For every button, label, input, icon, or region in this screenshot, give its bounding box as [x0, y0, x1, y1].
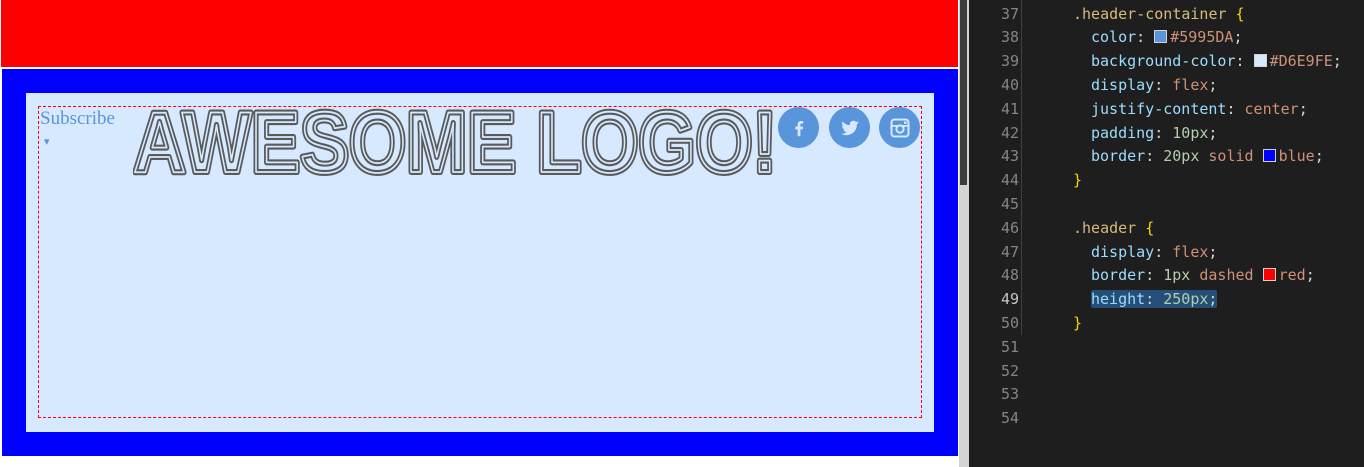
line-number: 52: [1000, 361, 1019, 380]
code-text: display: flex;: [1091, 75, 1218, 94]
instagram-button[interactable]: [879, 107, 920, 148]
code-text: background-color: #D6E9FE;: [1091, 52, 1342, 71]
preview-scrollbar-thumb[interactable]: [960, 0, 967, 185]
color-swatch[interactable]: [1253, 54, 1267, 68]
line-number: 48: [1000, 266, 1019, 285]
code-text: padding: 10px;: [1091, 123, 1218, 142]
line-number: 39: [1000, 52, 1019, 71]
css-property: display: [1091, 75, 1155, 94]
code-editor[interactable]: 37 .header-container {38 color: #5995DA; 39…: [969, 0, 1364, 467]
css-property: justify-content: [1091, 99, 1227, 118]
subscribe-dropdown-arrow[interactable]: ▾: [44, 135, 50, 148]
twitter-button[interactable]: [829, 107, 870, 148]
css-value-part: dashed: [1199, 266, 1263, 285]
page-bottom: [0, 456, 959, 467]
line-number: 41: [1000, 99, 1019, 118]
css-value: 250px: [1163, 290, 1209, 309]
code-text: justify-content: center;: [1091, 99, 1308, 118]
color-swatch[interactable]: [1262, 268, 1276, 282]
color-swatch[interactable]: [1262, 149, 1276, 163]
logo-text-inline: AWESOME LOGO!: [133, 95, 777, 188]
css-brace: {: [1226, 4, 1245, 23]
css-property: border: [1091, 147, 1146, 166]
browser-preview: Subscribe ▾ AWESOME LOGO! AWESOME LOGO!: [0, 0, 959, 467]
css-value: center: [1244, 99, 1299, 118]
code-text: border: 20px solid blue;: [1091, 147, 1324, 166]
css-property: border: [1091, 266, 1146, 285]
twitter-icon: [838, 116, 862, 140]
css-value: 10px: [1172, 123, 1209, 142]
line-number: 51: [1000, 337, 1019, 356]
line-number: 49: [1000, 290, 1019, 309]
line-number: 42: [1000, 123, 1019, 142]
line-number: 50: [1000, 313, 1019, 332]
css-property: display: [1091, 242, 1155, 261]
code-text: border: 1px dashed red;: [1091, 266, 1315, 285]
line-number: 54: [1000, 409, 1019, 428]
css-value: red: [1278, 266, 1306, 285]
css-property: background-color: [1091, 52, 1236, 71]
css-value: #D6E9FE: [1269, 52, 1333, 71]
indent-guide: [1021, 0, 1022, 335]
line-number: 53: [1000, 385, 1019, 404]
code-text: }: [1073, 169, 1082, 193]
line-number: 46: [1000, 218, 1019, 237]
selected-text: height: 250px;: [1091, 290, 1218, 309]
code-text: .header-container {: [1073, 3, 1245, 27]
css-selector: .header: [1073, 218, 1137, 237]
line-number: 43: [1000, 147, 1019, 166]
code-text: display: flex;: [1091, 242, 1218, 261]
css-value-part: 1px: [1163, 266, 1200, 285]
css-value: blue: [1278, 147, 1315, 166]
code-text: .header {: [1073, 217, 1154, 241]
css-brace: }: [1073, 171, 1083, 190]
code-text: }: [1073, 312, 1082, 336]
line-number: 40: [1000, 75, 1019, 94]
color-swatch[interactable]: [1154, 30, 1168, 44]
css-property: height: [1091, 290, 1146, 309]
css-selector: .header-container: [1073, 4, 1227, 23]
css-value: flex: [1172, 242, 1209, 261]
facebook-icon: [788, 117, 810, 139]
code-text: height: 250px;: [1091, 288, 1218, 312]
line-number: 47: [1000, 242, 1019, 261]
line-number: 37: [1000, 4, 1019, 23]
line-number: 38: [1000, 28, 1019, 47]
css-brace: {: [1136, 218, 1155, 237]
line-number: 45: [1000, 194, 1019, 213]
css-value-part: solid: [1208, 147, 1263, 166]
instagram-icon: [888, 116, 912, 140]
css-value-part: 20px: [1163, 147, 1209, 166]
awesome-logo: AWESOME LOGO! AWESOME LOGO!: [133, 92, 780, 188]
facebook-button[interactable]: [778, 107, 819, 148]
subscribe-link[interactable]: Subscribe: [40, 107, 115, 131]
line-number: 44: [1000, 171, 1019, 190]
css-value: #5995DA: [1170, 28, 1234, 47]
code-text: color: #5995DA;: [1091, 28, 1243, 47]
css-property: padding: [1091, 123, 1155, 142]
css-property: color: [1091, 28, 1137, 47]
css-brace: }: [1073, 313, 1083, 332]
top-red-section: [1, 0, 958, 67]
css-value: flex: [1172, 75, 1209, 94]
